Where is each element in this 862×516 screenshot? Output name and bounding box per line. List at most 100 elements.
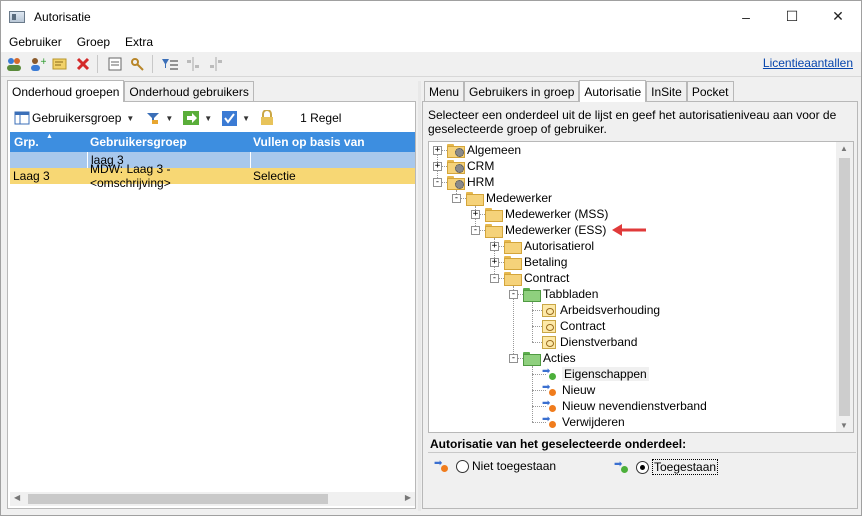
option-label: Toegestaan [652,459,719,475]
group-button-label: Gebruikersgroep [32,111,122,125]
scroll-thumb[interactable] [28,494,328,504]
tree-item[interactable]: HRM [447,174,494,190]
collapse-icon[interactable]: - [471,226,480,235]
tree-item[interactable]: Contract [504,270,569,286]
tree-item[interactable]: Betaling [504,254,567,270]
tree-item-label: Nieuw [562,383,596,397]
arrow-right-icon [183,111,200,125]
radio-toegestaan[interactable] [636,460,649,474]
tree-item[interactable]: Dienstverband [542,334,637,350]
column-header-vullen[interactable]: Vullen op basis van [251,135,415,149]
radio-niet-toegestaan[interactable] [456,459,469,473]
document-icon [542,335,556,349]
collapse-icon[interactable]: - [509,290,518,299]
properties-icon[interactable] [105,54,125,74]
panel-splitter[interactable] [418,81,421,511]
expand-icon[interactable]: + [490,258,499,267]
tree-item[interactable]: Autorisatierol [504,238,594,254]
distribute-icon [206,54,226,74]
delete-icon[interactable] [73,54,93,74]
right-panel: Selecteer een onderdeel uit de lijst en … [422,101,858,509]
tab-autorisatie[interactable]: Autorisatie [579,80,647,102]
maximize-button[interactable]: ☐ [769,1,815,32]
expand-icon[interactable]: + [433,146,442,155]
tree-item[interactable]: ➡ Nieuw [542,382,595,398]
tree-item[interactable]: Medewerker [466,190,552,206]
tree-item-label: HRM [467,175,495,189]
tree-item[interactable]: Algemeen [447,142,521,158]
collapse-icon[interactable]: - [433,178,442,187]
collapse-icon[interactable]: - [452,194,461,203]
menu-extra[interactable]: Extra [117,35,160,49]
filter-button[interactable]: ▼ [146,111,173,125]
toolbar-separator [152,55,153,73]
tab-menu[interactable]: Menu [424,81,465,102]
tree-item[interactable]: Medewerker (ESS) [485,222,606,238]
tree-item[interactable]: ➡ Nieuw nevendienstverband [542,398,707,414]
collapse-icon[interactable]: - [509,354,518,363]
expand-icon[interactable]: + [490,242,499,251]
lock-icon[interactable] [260,110,274,126]
tree-item[interactable]: Contract [542,318,605,334]
collapse-icon[interactable]: - [490,274,499,283]
tab-onderhoud-gebruikers[interactable]: Onderhoud gebruikers [124,81,254,102]
key-icon[interactable] [128,54,148,74]
tab-gebruikers-in-groep[interactable]: Gebruikers in groep [464,81,580,102]
filter-cell-vullen[interactable] [251,152,415,168]
filter-list-icon[interactable] [160,54,180,74]
menu-gebruiker[interactable]: Gebruiker [1,35,69,49]
users-icon[interactable] [4,54,24,74]
column-header-gebruikersgroep[interactable]: Gebruikersgroep [88,135,251,149]
filter-icon [147,113,160,124]
left-panel: Gebruikersgroep ▼ ▼ ▼ ▼ 1 Regel Grp. ▲ G… [7,101,416,509]
scroll-right-icon[interactable]: ▶ [405,493,411,502]
tree-item[interactable]: Medewerker (MSS) [485,206,608,222]
tree-item[interactable]: Acties [523,350,576,366]
cell-gebruikersgroep: MDW: Laag 3 - <omschrijving> [90,162,171,190]
authorization-tree: ▲ ▼ + Algemeen + CRM - HRM - Medewerker + Medewer… [428,141,854,433]
vertical-scrollbar[interactable]: ▲ ▼ [836,142,853,432]
tree-item-label: Tabbladen [543,287,599,301]
tab-insite[interactable]: InSite [646,81,687,102]
tab-pocket[interactable]: Pocket [686,81,734,102]
toolbar-separator [97,55,98,73]
scroll-down-icon[interactable]: ▼ [840,421,848,430]
filter-cell-grp[interactable] [10,152,88,168]
menu-bar: Gebruiker Groep Extra [1,32,861,52]
option-toegestaan[interactable]: ➡ Toegestaan [614,459,719,475]
scroll-thumb[interactable] [839,158,850,416]
tree-item[interactable]: Arbeidsverhouding [542,302,660,318]
minimize-button[interactable]: – [723,1,769,32]
tree-item-label: Medewerker [486,191,553,205]
close-button[interactable]: ✕ [815,1,861,32]
tree-item[interactable]: ➡ Eigenschappen [542,366,649,382]
gear-folder-icon [447,176,465,190]
scroll-left-icon[interactable]: ◀ [14,493,20,502]
expand-icon[interactable]: + [471,210,480,219]
tree-item[interactable]: CRM [447,158,494,174]
table-row[interactable]: Laag 3 MDW: Laag 3 - <omschrijving> Sele… [10,162,415,190]
menu-groep[interactable]: Groep [69,35,117,49]
license-link[interactable]: Licentieaantallen [763,56,853,70]
left-tab-strip: Onderhoud groepen Onderhoud gebruikers [7,80,254,102]
horizontal-scrollbar[interactable]: ◀ ▶ [10,492,415,506]
check-button[interactable]: ▼ [222,110,250,126]
edit-user-icon[interactable] [50,54,70,74]
expand-icon[interactable]: + [433,162,442,171]
annotation-arrow-icon [612,224,646,236]
tree-item[interactable]: Tabbladen [523,286,598,302]
tab-onderhoud-groepen[interactable]: Onderhoud groepen [7,80,125,102]
group-grid: Grp. ▲ Gebruikersgroep Vullen op basis v… [10,132,415,190]
export-button[interactable]: ▼ [183,111,212,125]
action-denied-icon: ➡ [434,459,450,473]
cell-grp: Laag 3 [13,169,50,183]
add-user-icon[interactable]: + [27,54,47,74]
instructions-text: Selecteer een onderdeel uit de lijst en … [428,108,837,136]
tree-item-label: Eigenschappen [562,367,649,381]
option-niet-toegestaan[interactable]: ➡ Niet toegestaan [434,459,556,474]
tree-item[interactable]: ➡ Verwijderen [542,414,625,430]
green-folder-icon [523,288,541,302]
scroll-up-icon[interactable]: ▲ [840,144,848,153]
group-button[interactable]: Gebruikersgroep ▼ [14,111,134,125]
tree-connector-line [532,302,533,342]
